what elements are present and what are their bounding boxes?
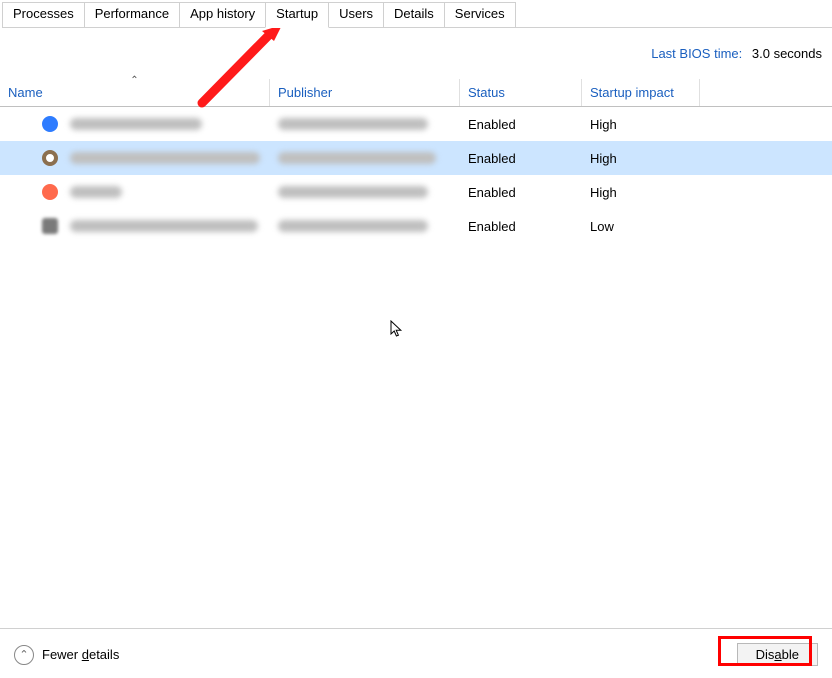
startup-row[interactable]: EnabledHigh xyxy=(0,107,832,141)
app-name-blurred xyxy=(70,220,258,232)
app-icon xyxy=(42,116,58,132)
publisher-blurred xyxy=(278,186,428,198)
status-value: Enabled xyxy=(460,185,582,200)
impact-value: Low xyxy=(582,219,700,234)
column-header-publisher-label: Publisher xyxy=(278,85,332,100)
app-icon xyxy=(42,150,58,166)
app-name-blurred xyxy=(70,186,122,198)
sort-ascending-icon: ⌃ xyxy=(130,76,138,86)
status-value: Enabled xyxy=(460,219,582,234)
status-value: Enabled xyxy=(460,151,582,166)
impact-value: High xyxy=(582,151,700,166)
cursor-icon xyxy=(390,320,404,343)
publisher-blurred xyxy=(278,152,436,164)
column-header-impact-label: Startup impact xyxy=(590,85,674,100)
impact-value: High xyxy=(582,117,700,132)
column-header-publisher[interactable]: Publisher xyxy=(270,79,460,106)
fewer-details-label: Fewer details xyxy=(42,647,119,662)
tab-bar: Processes Performance App history Startu… xyxy=(2,2,832,28)
footer-bar: ⌃ Fewer details Disable xyxy=(0,628,832,678)
startup-row[interactable]: EnabledLow xyxy=(0,209,832,243)
fewer-details-toggle[interactable]: ⌃ Fewer details xyxy=(14,645,119,665)
app-icon xyxy=(42,184,58,200)
chevron-up-icon: ⌃ xyxy=(14,645,34,665)
impact-value: High xyxy=(582,185,700,200)
bios-time-value: 3.0 seconds xyxy=(752,46,822,61)
tab-app-history[interactable]: App history xyxy=(179,2,266,27)
column-header-name-label: Name xyxy=(8,85,43,100)
tab-performance[interactable]: Performance xyxy=(84,2,180,27)
bios-time-readout: Last BIOS time: 3.0 seconds xyxy=(0,28,832,79)
column-header-impact[interactable]: Startup impact xyxy=(582,79,700,106)
tab-startup[interactable]: Startup xyxy=(265,2,329,28)
column-header-name[interactable]: ⌃ Name xyxy=(0,79,270,106)
status-value: Enabled xyxy=(460,117,582,132)
column-header-status-label: Status xyxy=(468,85,505,100)
tab-users[interactable]: Users xyxy=(328,2,384,27)
column-header-row: ⌃ Name Publisher Status Startup impact xyxy=(0,79,832,107)
publisher-blurred xyxy=(278,220,428,232)
startup-row[interactable]: EnabledHigh xyxy=(0,175,832,209)
tab-services[interactable]: Services xyxy=(444,2,516,27)
column-header-status[interactable]: Status xyxy=(460,79,582,106)
app-name-blurred xyxy=(70,118,202,130)
app-icon xyxy=(42,218,58,234)
disable-button[interactable]: Disable xyxy=(737,643,818,666)
publisher-blurred xyxy=(278,118,428,130)
tab-details[interactable]: Details xyxy=(383,2,445,27)
startup-row[interactable]: EnabledHigh xyxy=(0,141,832,175)
tab-processes[interactable]: Processes xyxy=(2,2,85,27)
startup-list: EnabledHighEnabledHighEnabledHighEnabled… xyxy=(0,107,832,243)
bios-time-label: Last BIOS time: xyxy=(651,46,742,61)
app-name-blurred xyxy=(70,152,260,164)
